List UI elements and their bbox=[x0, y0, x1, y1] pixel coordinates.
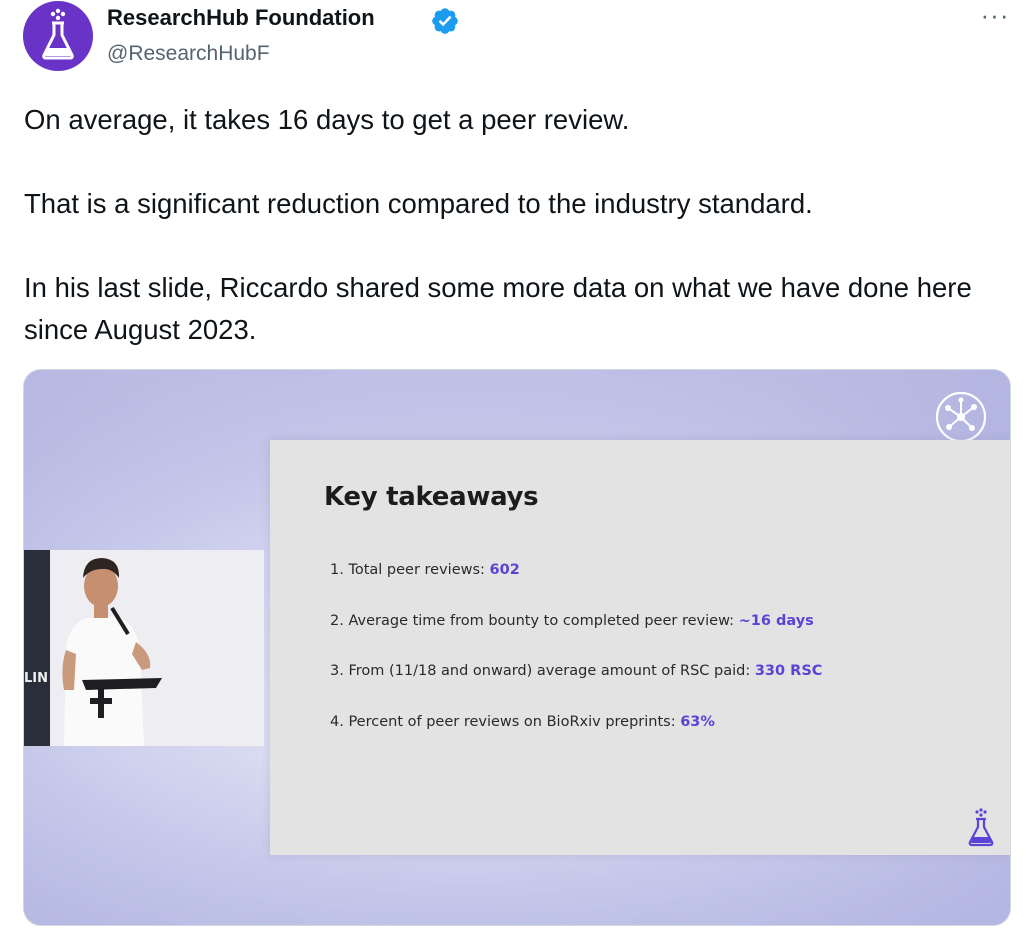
slide-title: Key takeaways bbox=[324, 482, 539, 512]
slide-takeaways-list: 1. Total peer reviews: 602 2. Average ti… bbox=[330, 562, 1000, 764]
slide-item-value: 63% bbox=[680, 713, 715, 730]
verified-badge-icon bbox=[432, 8, 458, 34]
handle[interactable]: @ResearchHubF bbox=[107, 42, 270, 66]
more-options-button[interactable]: ··· bbox=[978, 2, 1012, 34]
slide-item-text: 3. From (11/18 and onward) average amoun… bbox=[330, 663, 755, 679]
slide-item-value: 330 RSC bbox=[754, 663, 823, 679]
slide-list-item: 2. Average time from bounty to completed… bbox=[330, 613, 1000, 664]
slide-item-value: 602 bbox=[489, 562, 520, 578]
network-logo-icon bbox=[935, 391, 987, 443]
tweet-paragraph: That is a significant reduction compared… bbox=[24, 188, 813, 219]
speaker-figure: LIN bbox=[24, 550, 264, 746]
tweet-media-video[interactable]: Key takeaways 1. Total peer reviews: 602… bbox=[23, 369, 1011, 926]
slide-list-item: 1. Total peer reviews: 602 bbox=[330, 562, 1000, 613]
slide-item-text: 2. Average time from bounty to completed… bbox=[330, 612, 739, 629]
flask-icon bbox=[42, 8, 74, 60]
slide-item-text: 1. Total peer reviews: bbox=[330, 562, 490, 578]
banner-sign-text: LIN bbox=[24, 671, 48, 686]
avatar[interactable] bbox=[23, 1, 93, 71]
slide-list-item: 3. From (11/18 and onward) average amoun… bbox=[330, 663, 1000, 714]
slide-list-item: 4. Percent of peer reviews on BioRxiv pr… bbox=[330, 714, 1000, 765]
flask-logo-icon bbox=[968, 808, 994, 847]
tweet-text: On average, it takes 16 days to get a pe… bbox=[24, 99, 1009, 351]
presentation-slide: Key takeaways 1. Total peer reviews: 602… bbox=[270, 440, 1010, 855]
speaker-video-inset: LIN bbox=[24, 550, 264, 746]
tweet: ResearchHub Foundation @ResearchHubF ···… bbox=[0, 0, 1031, 932]
tweet-paragraph: On average, it takes 16 days to get a pe… bbox=[24, 104, 630, 135]
tweet-paragraph: In his last slide, Riccardo shared some … bbox=[24, 272, 972, 345]
display-name[interactable]: ResearchHub Foundation bbox=[107, 5, 375, 31]
slide-item-value: ~16 days bbox=[738, 612, 814, 629]
slide-item-text: 4. Percent of peer reviews on BioRxiv pr… bbox=[330, 713, 681, 730]
